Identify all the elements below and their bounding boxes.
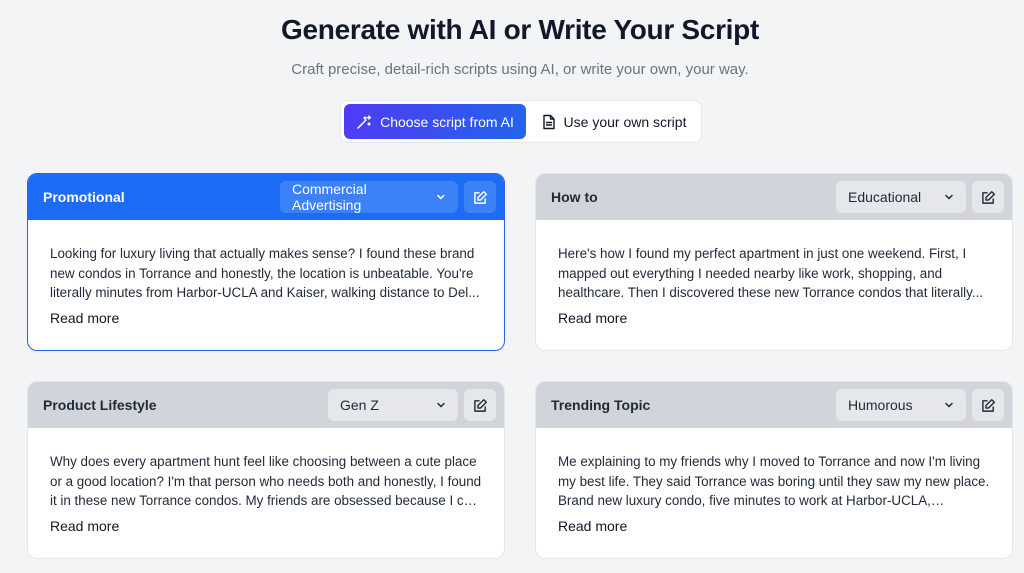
use-your-own-script-label: Use your own script bbox=[563, 113, 687, 130]
script-card-promotional[interactable]: Promotional Commercial Advertising Looki… bbox=[27, 173, 505, 351]
choose-script-from-ai-button[interactable]: Choose script from AI bbox=[344, 104, 526, 139]
card-body: Looking for luxury living that actually … bbox=[28, 220, 504, 328]
script-preview-text: Why does every apartment hunt feel like … bbox=[50, 454, 482, 508]
script-card-trending-topic[interactable]: Trending Topic Humorous Me explaining to… bbox=[535, 381, 1013, 559]
card-title: Promotional bbox=[43, 189, 125, 205]
card-header: Promotional Commercial Advertising bbox=[28, 174, 504, 220]
script-card-product-lifestyle[interactable]: Product Lifestyle Gen Z Why does every a… bbox=[27, 381, 505, 559]
read-more-link[interactable]: Read more bbox=[558, 518, 627, 534]
edit-button[interactable] bbox=[464, 181, 496, 213]
edit-button[interactable] bbox=[464, 389, 496, 421]
edit-button[interactable] bbox=[972, 181, 1004, 213]
document-icon bbox=[542, 114, 555, 129]
card-header: How to Educational bbox=[536, 174, 1012, 220]
card-body: Here's how I found my perfect apartment … bbox=[536, 220, 1012, 328]
card-header: Product Lifestyle Gen Z bbox=[28, 382, 504, 428]
tone-select-value: Gen Z bbox=[340, 397, 379, 413]
script-preview-text: Me explaining to my friends why I moved … bbox=[558, 454, 990, 508]
script-preview-text: Here's how I found my perfect apartment … bbox=[558, 246, 984, 300]
edit-button[interactable] bbox=[972, 389, 1004, 421]
script-preview-text: Looking for luxury living that actually … bbox=[50, 246, 480, 300]
read-more-link[interactable]: Read more bbox=[558, 310, 627, 326]
edit-icon bbox=[473, 190, 487, 204]
chevron-down-icon bbox=[945, 402, 953, 408]
chevron-down-icon bbox=[437, 402, 445, 408]
card-header: Trending Topic Humorous bbox=[536, 382, 1012, 428]
edit-icon bbox=[473, 398, 487, 412]
chevron-down-icon bbox=[945, 194, 953, 200]
edit-icon bbox=[981, 190, 995, 204]
page-subtitle: Craft precise, detail-rich scripts using… bbox=[291, 61, 749, 78]
page-title: Generate with AI or Write Your Script bbox=[281, 14, 759, 45]
read-more-link[interactable]: Read more bbox=[50, 310, 119, 326]
card-body: Me explaining to my friends why I moved … bbox=[536, 428, 1012, 536]
tone-select[interactable]: Gen Z bbox=[328, 389, 458, 421]
card-title: How to bbox=[551, 189, 598, 205]
choose-script-from-ai-label: Choose script from AI bbox=[380, 113, 514, 130]
card-title: Product Lifestyle bbox=[43, 397, 157, 413]
magic-wand-icon bbox=[357, 114, 372, 129]
script-mode-toggle: Choose script from AI Use your own scrip… bbox=[340, 100, 702, 143]
use-your-own-script-button[interactable]: Use your own script bbox=[531, 104, 697, 139]
tone-select[interactable]: Commercial Advertising bbox=[280, 181, 458, 213]
tone-select-value: Commercial Advertising bbox=[292, 181, 367, 213]
card-title: Trending Topic bbox=[551, 397, 651, 413]
card-body: Why does every apartment hunt feel like … bbox=[28, 428, 504, 536]
script-card-how-to[interactable]: How to Educational Here's how I found my… bbox=[535, 173, 1013, 351]
chevron-down-icon bbox=[437, 194, 445, 200]
tone-select[interactable]: Educational bbox=[836, 181, 966, 213]
tone-select-value: Educational bbox=[848, 189, 922, 205]
tone-select-value: Humorous bbox=[848, 397, 913, 413]
read-more-link[interactable]: Read more bbox=[50, 518, 119, 534]
tone-select[interactable]: Humorous bbox=[836, 389, 966, 421]
edit-icon bbox=[981, 398, 995, 412]
